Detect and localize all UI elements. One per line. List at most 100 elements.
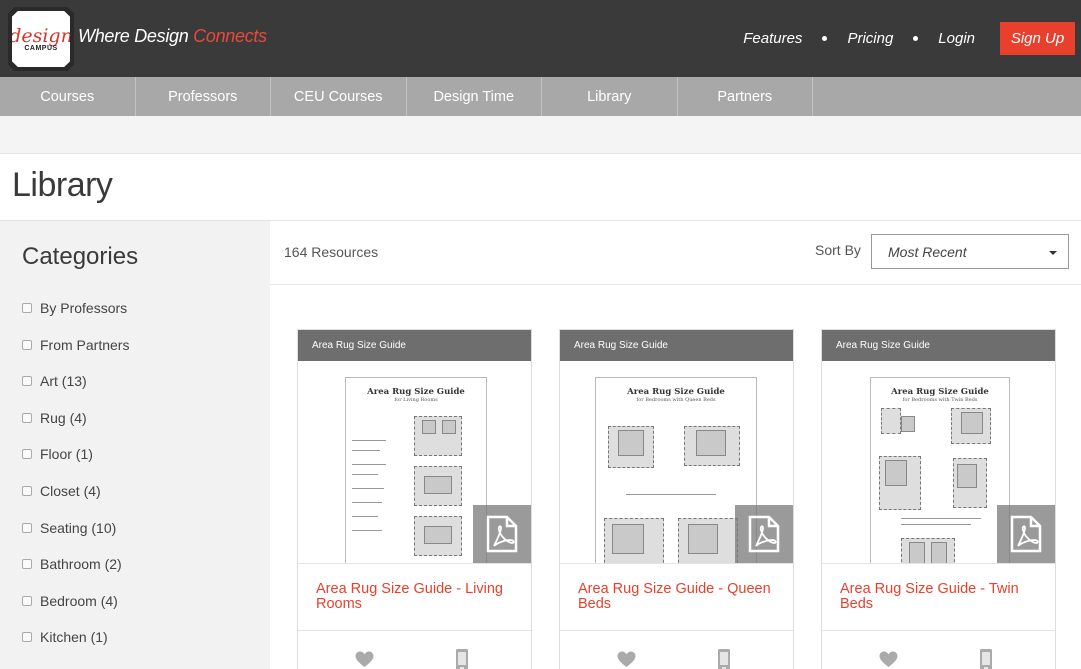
- category-checkbox[interactable]: [22, 485, 32, 496]
- bed-shape: [957, 464, 977, 488]
- furniture-shape: [424, 476, 452, 494]
- category-checkbox[interactable]: [22, 632, 32, 643]
- category-checkbox[interactable]: [22, 449, 32, 460]
- category-item[interactable]: Bedroom (4): [22, 593, 129, 630]
- bed-shape: [961, 412, 983, 434]
- categories-heading: Categories: [22, 243, 139, 270]
- categories-sidebar: Categories By Professors From Partners A…: [0, 221, 270, 669]
- annotation-line: [352, 530, 382, 531]
- phone-icon[interactable]: [980, 649, 992, 669]
- category-checkbox[interactable]: [22, 595, 32, 606]
- sort-value: Most Recent: [888, 243, 967, 260]
- category-checkbox[interactable]: [22, 412, 32, 423]
- category-label: Bathroom (2): [40, 556, 122, 573]
- pdf-icon[interactable]: [997, 505, 1055, 563]
- category-item[interactable]: Closet (4): [22, 483, 129, 520]
- bed-shape: [688, 524, 718, 554]
- tagline-main: Where Design: [78, 26, 194, 46]
- card-category: Area Rug Size Guide: [560, 330, 793, 361]
- sort-label: Sort By: [815, 242, 861, 258]
- pdf-icon[interactable]: [735, 505, 793, 563]
- category-label: Kitchen (1): [40, 629, 108, 646]
- tagline: Where Design Connects: [78, 26, 267, 47]
- category-label: Closet (4): [40, 482, 101, 499]
- category-item[interactable]: Art (13): [22, 373, 129, 410]
- card-title[interactable]: Area Rug Size Guide - Living Rooms: [298, 564, 531, 631]
- category-item[interactable]: Seating (10): [22, 520, 129, 557]
- card-thumbnail[interactable]: Area Rug Size Guide for Living Rooms: [298, 361, 531, 564]
- thumb-title: Area Rug Size Guide: [891, 387, 989, 397]
- annotation-line: [901, 524, 971, 525]
- nav-library[interactable]: Library: [542, 77, 678, 116]
- thumb-title: Area Rug Size Guide: [627, 387, 725, 397]
- card-category: Area Rug Size Guide: [822, 330, 1055, 361]
- nav-pricing[interactable]: Pricing: [847, 30, 893, 47]
- annotation-line: [352, 474, 378, 475]
- card-title[interactable]: Area Rug Size Guide - Queen Beds: [560, 564, 793, 631]
- sort-select[interactable]: Most Recent: [871, 234, 1069, 269]
- category-checkbox[interactable]: [22, 339, 32, 350]
- resource-count: 164 Resources: [284, 244, 379, 260]
- tagline-accent: Connects: [193, 26, 267, 46]
- phone-icon[interactable]: [718, 649, 730, 669]
- annotation-line: [901, 518, 981, 519]
- category-item[interactable]: Kitchen (1): [22, 629, 129, 666]
- card-thumbnail[interactable]: Area Rug Size Guide for Bedrooms with Qu…: [560, 361, 793, 564]
- category-item[interactable]: From Partners: [22, 337, 129, 374]
- category-checkbox[interactable]: [22, 303, 32, 313]
- card-thumbnail[interactable]: Area Rug Size Guide for Bedrooms with Tw…: [822, 361, 1055, 564]
- top-header: design CAMPUS Where Design Connects Feat…: [0, 0, 1081, 77]
- nav-professors[interactable]: Professors: [136, 77, 271, 116]
- chevron-down-icon: [1049, 251, 1057, 255]
- card-title[interactable]: Area Rug Size Guide - Twin Beds: [822, 564, 1055, 631]
- site-logo[interactable]: design CAMPUS: [8, 7, 74, 71]
- category-item[interactable]: Bathroom (2): [22, 556, 129, 593]
- annotation-line: [352, 440, 386, 441]
- nav-courses[interactable]: Courses: [0, 77, 136, 116]
- top-nav: Features Pricing Login Sign Up: [743, 0, 1081, 77]
- category-label: Bedroom (4): [40, 592, 118, 609]
- category-list: By Professors From Partners Art (13) Rug…: [22, 300, 129, 666]
- heart-icon[interactable]: [879, 651, 898, 668]
- category-checkbox[interactable]: [22, 559, 32, 570]
- furniture-shape: [442, 420, 456, 434]
- thumbnail-sheet: Area Rug Size Guide for Bedrooms with Qu…: [595, 377, 757, 563]
- signup-button[interactable]: Sign Up: [1000, 22, 1075, 55]
- logo-inner: design CAMPUS: [12, 11, 70, 67]
- category-label: From Partners: [40, 336, 130, 353]
- nav-ceu-courses[interactable]: CEU Courses: [271, 77, 407, 116]
- bed-shape: [618, 430, 644, 456]
- category-item[interactable]: Floor (1): [22, 446, 129, 483]
- nav-partners[interactable]: Partners: [678, 77, 813, 116]
- category-checkbox[interactable]: [22, 522, 32, 533]
- nav-design-time[interactable]: Design Time: [407, 77, 542, 116]
- heart-icon[interactable]: [355, 651, 374, 668]
- category-item[interactable]: By Professors: [22, 300, 129, 337]
- resource-card[interactable]: Area Rug Size Guide Area Rug Size Guide …: [821, 329, 1056, 669]
- card-actions: [560, 631, 793, 669]
- results-toolbar: 164 Resources Sort By Most Recent: [270, 221, 1081, 285]
- category-item[interactable]: Rug (4): [22, 410, 129, 447]
- nav-login[interactable]: Login: [938, 30, 975, 47]
- heart-icon[interactable]: [617, 651, 636, 668]
- bed-shape: [901, 416, 915, 432]
- furniture-shape: [422, 420, 436, 434]
- resource-card[interactable]: Area Rug Size Guide Area Rug Size Guide …: [559, 329, 794, 669]
- annotation-line: [626, 494, 716, 495]
- category-label: By Professors: [40, 300, 128, 316]
- card-actions: [822, 631, 1055, 669]
- bed-shape: [931, 542, 947, 563]
- thumb-subtitle: for Bedrooms with Twin Beds: [902, 397, 978, 403]
- resource-area: 164 Resources Sort By Most Recent Area R…: [270, 221, 1081, 669]
- category-checkbox[interactable]: [22, 376, 32, 387]
- thumb-subtitle: for Bedrooms with Queen Beds: [636, 397, 716, 403]
- annotation-line: [352, 488, 384, 489]
- pdf-icon[interactable]: [473, 505, 531, 563]
- nav-features[interactable]: Features: [743, 30, 802, 47]
- nav-separator: [913, 36, 919, 41]
- phone-icon[interactable]: [456, 649, 468, 669]
- annotation-line: [352, 464, 386, 465]
- resource-card[interactable]: Area Rug Size Guide Area Rug Size Guide …: [297, 329, 532, 669]
- breadcrumb-band: [0, 116, 1081, 154]
- thumb-title: Area Rug Size Guide: [367, 387, 465, 397]
